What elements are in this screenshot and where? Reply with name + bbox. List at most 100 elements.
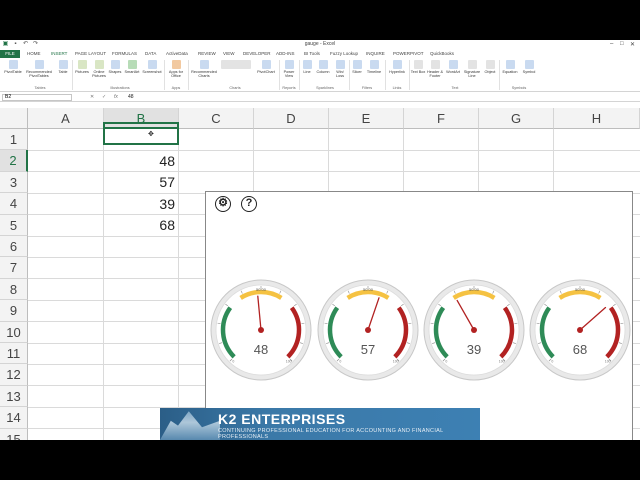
row-header-11[interactable]: 11 <box>0 343 28 365</box>
column-header-e[interactable]: E <box>329 108 404 129</box>
tab-insert[interactable]: INSERT <box>51 51 67 56</box>
header-footer-button[interactable]: Header & Footer <box>426 60 444 78</box>
hyperlink-button[interactable]: Hyperlink <box>386 60 408 74</box>
pivotchart-button[interactable]: PivotChart <box>254 60 278 74</box>
close-icon[interactable]: ✕ <box>630 41 635 48</box>
apps-for-office-button[interactable]: Apps for Office <box>165 60 187 78</box>
row-header-13[interactable]: 13 <box>0 385 28 408</box>
row-header-1[interactable]: 1 <box>0 129 28 151</box>
column-header-f[interactable]: F <box>404 108 479 129</box>
column-header-a[interactable]: A <box>28 108 104 129</box>
tab-page-layout[interactable]: PAGE LAYOUT <box>75 51 106 56</box>
recommended-pivottables-icon <box>34 60 44 69</box>
cell-b4[interactable]: 39 <box>104 193 178 214</box>
chart-types-gallery[interactable] <box>219 60 253 70</box>
row-header-4[interactable]: 4 <box>0 193 28 215</box>
signature-line-button[interactable]: Signature Line <box>462 60 482 78</box>
active-cell-border <box>103 122 179 145</box>
wordart-button[interactable]: WordArt <box>444 60 462 74</box>
row-header-15[interactable]: 15 <box>0 428 28 440</box>
tab-powerpivot[interactable]: POWERPIVOT <box>393 51 424 56</box>
equation-button[interactable]: Equation <box>500 60 520 74</box>
pivottable-button[interactable]: PivotTable <box>2 60 24 74</box>
online-pictures-button[interactable]: Online Pictures <box>91 60 107 78</box>
smartart-button[interactable]: SmartArt <box>123 60 141 74</box>
winloss-sparkline-button[interactable]: Win/ Loss <box>332 60 348 78</box>
minimize-icon[interactable]: – <box>610 41 613 47</box>
cancel-icon[interactable]: ✕ <box>90 94 94 100</box>
insert-function-button[interactable]: fx <box>114 94 118 100</box>
line-sparkline-button[interactable]: Line <box>300 60 314 74</box>
tab-developer[interactable]: DEVELOPER <box>243 51 271 56</box>
row-header-6[interactable]: 6 <box>0 236 28 258</box>
gauge-value: 68 <box>572 342 588 357</box>
tab-data[interactable]: DATA <box>145 51 156 56</box>
tab-fuzzy-lookup[interactable]: Fuzzy Lookup <box>330 51 358 56</box>
gauge-dashboard[interactable]: ⚙ ? 50.00 0 100 48 50.00 0 100 57 50.00 0 100 39 … <box>205 191 633 440</box>
gauge: 50.00 0 100 48 <box>209 278 313 382</box>
tab-review[interactable]: REVIEW <box>198 51 216 56</box>
row-header-7[interactable]: 7 <box>0 257 28 279</box>
row-header-9[interactable]: 9 <box>0 300 28 322</box>
tab-view[interactable]: VIEW <box>223 51 235 56</box>
symbol-button[interactable]: Symbol <box>520 60 538 74</box>
column-header-c[interactable]: C <box>179 108 254 129</box>
column-sparkline-icon <box>318 60 328 69</box>
timeline-button[interactable]: Timeline <box>364 60 384 74</box>
object-button[interactable]: Object <box>482 60 498 74</box>
tab-activedata[interactable]: ActiveData <box>166 51 188 56</box>
recommended-charts-icon <box>199 60 209 69</box>
hyperlink-icon <box>392 60 402 69</box>
group-label-sparklines: Sparklines <box>316 86 334 90</box>
tab-home[interactable]: HOME <box>27 51 41 56</box>
recommended-pivottables-button[interactable]: Recommended PivotTables <box>24 60 54 78</box>
screenshot-button[interactable]: Screenshot <box>141 60 163 74</box>
slicer-button[interactable]: Slicer <box>350 60 364 74</box>
equation-icon <box>505 60 515 69</box>
cell-b2[interactable]: 48 <box>104 150 178 171</box>
name-box[interactable]: B2 <box>2 94 72 101</box>
tab-add-ins[interactable]: ADD-INS <box>276 51 295 56</box>
formula-bar: B2 ✕ ✓ fx 48 <box>0 93 640 102</box>
recommended-charts-button[interactable]: Recommended Charts <box>189 60 219 78</box>
row-header-5[interactable]: 5 <box>0 214 28 236</box>
help-button[interactable]: ? <box>241 196 257 212</box>
shapes-button[interactable]: Shapes <box>107 60 123 74</box>
settings-button[interactable]: ⚙ <box>215 196 231 212</box>
tab-quickbooks[interactable]: QuickBooks <box>430 51 454 56</box>
row-header-10[interactable]: 10 <box>0 321 28 343</box>
tab-inquire[interactable]: INQUIRE <box>366 51 385 56</box>
row-header-8[interactable]: 8 <box>0 278 28 301</box>
mountain-logo-icon <box>160 411 220 440</box>
gauge-min-label: 0 <box>445 360 447 364</box>
row-header-14[interactable]: 14 <box>0 407 28 429</box>
row-header-3[interactable]: 3 <box>0 171 28 194</box>
row-header-12[interactable]: 12 <box>0 364 28 386</box>
pictures-button[interactable]: Pictures <box>73 60 91 74</box>
row-header-2[interactable]: 2 <box>0 150 28 172</box>
column-header-h[interactable]: H <box>554 108 640 129</box>
gauge-max-label: 100 <box>393 360 399 364</box>
select-all-corner[interactable] <box>0 108 28 129</box>
gauge-max-label: 100 <box>286 360 292 364</box>
tab-file[interactable]: FILE <box>0 50 20 58</box>
text-box-button[interactable]: Text Box <box>410 60 426 74</box>
table-button[interactable]: Table <box>55 60 71 74</box>
gauge-top-label: 50.00 <box>256 287 267 292</box>
column-sparkline-button[interactable]: Column <box>314 60 332 74</box>
gauge-hub <box>577 327 583 333</box>
cell-b5[interactable]: 68 <box>104 214 178 235</box>
tab-bi-tools[interactable]: BI Tools <box>304 51 320 56</box>
column-header-g[interactable]: G <box>479 108 554 129</box>
enter-icon[interactable]: ✓ <box>102 94 106 100</box>
maximize-icon[interactable]: □ <box>620 41 624 47</box>
gauge-max-label: 100 <box>605 360 611 364</box>
excel-window: ▣ ▪ ↶ ↷ gauge - Excel – □ ✕ FILE HOME IN… <box>0 40 640 440</box>
tab-formulas[interactable]: FORMULAS <box>112 51 137 56</box>
column-header-d[interactable]: D <box>254 108 329 129</box>
formula-input[interactable]: 48 <box>128 94 134 100</box>
cell-b3[interactable]: 57 <box>104 171 178 192</box>
gauge-top-label: 50.00 <box>363 287 374 292</box>
header-footer-icon <box>430 60 440 69</box>
power-view-button[interactable]: Power View <box>280 60 298 78</box>
